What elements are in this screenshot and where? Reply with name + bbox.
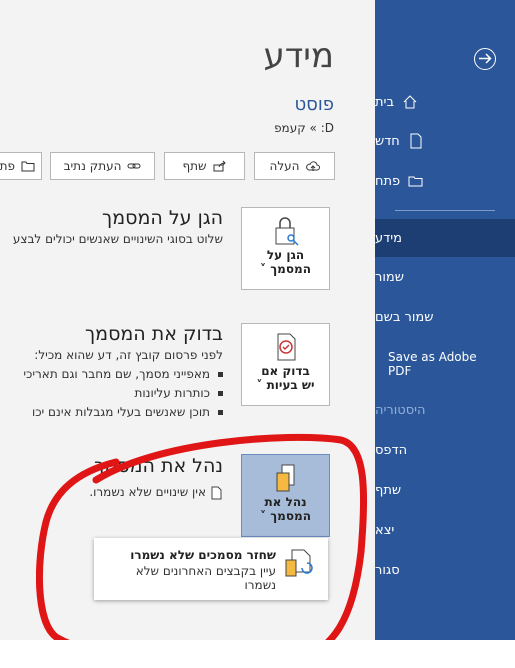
- sidebar-item-label: Save as Adobe PDF: [388, 350, 477, 378]
- sidebar-item-label: מידע: [375, 230, 402, 246]
- sidebar-item-export[interactable]: יצא: [375, 512, 515, 548]
- back-arrow-icon[interactable]: [474, 48, 496, 70]
- sidebar-item-label: חדש: [375, 133, 400, 149]
- document-name: פוסט: [294, 94, 335, 115]
- open-location-button[interactable]: פת: [0, 152, 42, 180]
- open-folder-icon: [408, 176, 423, 187]
- sidebar-item-new[interactable]: חדש: [375, 123, 515, 159]
- sidebar-item-label: הדפס: [375, 442, 408, 458]
- protect-button-line1: הגן על: [266, 248, 305, 262]
- inspect-bullet: מאפייני מסמך, שם מחבר וגם תאריכי: [23, 367, 223, 381]
- sidebar-item-save-as-pdf[interactable]: Save as Adobe PDF: [375, 347, 515, 381]
- copy-path-label: העתק נתיב: [63, 159, 122, 173]
- sidebar-item-label: שמור: [375, 269, 404, 285]
- sidebar-item-close[interactable]: סגור: [375, 552, 515, 588]
- sidebar-item-share[interactable]: שתף: [375, 472, 515, 508]
- inspect-document-icon: [277, 333, 295, 361]
- link-icon: [127, 163, 141, 169]
- sidebar-item-label: יצא: [375, 522, 395, 538]
- bottom-strip: [0, 640, 515, 668]
- sidebar-item-label: שמור בשם: [375, 309, 434, 325]
- sidebar-item-info[interactable]: מידע: [375, 219, 515, 257]
- inspect-bullet: כותרות עליונות: [134, 386, 223, 400]
- sidebar-item-label: שתף: [375, 482, 402, 498]
- bullet-icon: [218, 410, 223, 415]
- back-arrow-glyph: [479, 53, 492, 64]
- protect-heading: הגן על המסמך: [102, 207, 223, 229]
- bullet-icon: [218, 372, 223, 377]
- sidebar-item-label: היסטוריה: [375, 402, 426, 418]
- inspect-button-line1: בדוק אם: [261, 364, 310, 378]
- chevron-down-icon: ˅: [260, 262, 267, 276]
- red-annotation-circle: [36, 433, 368, 664]
- sidebar-item-open[interactable]: פתח: [375, 163, 515, 199]
- lock-key-icon: [275, 217, 299, 246]
- backstage-info-pane: מידע פוסט D: » קעמפ העלה שתף העתק נתיב פ…: [0, 0, 375, 664]
- check-for-issues-button[interactable]: בדוק אם יש בעיות ˅: [241, 323, 330, 406]
- folder-icon: [21, 161, 35, 172]
- sidebar-item-home[interactable]: בית: [375, 84, 515, 120]
- inspect-bullet: תוכן שאנשים בעלי מגבלות אינם יכו: [32, 405, 223, 419]
- sidebar-item-label: בית: [375, 94, 394, 110]
- sidebar-item-label: פתח: [375, 173, 401, 189]
- share-icon: [213, 160, 226, 172]
- upload-label: העלה: [269, 159, 300, 173]
- sidebar-item-print[interactable]: הדפס: [375, 432, 515, 468]
- inspect-button-line2: יש בעיות: [266, 378, 315, 392]
- document-path[interactable]: D: » קעמפ: [274, 121, 334, 135]
- page-title: מידע: [263, 36, 334, 76]
- cloud-upload-icon: [305, 161, 320, 171]
- protect-document-button[interactable]: הגן על המסמך ˅: [241, 207, 330, 290]
- sidebar-item-save-as[interactable]: שמור בשם: [375, 299, 515, 335]
- share-button[interactable]: שתף: [164, 152, 245, 180]
- sidebar-item-save[interactable]: שמור: [375, 259, 515, 295]
- bullet-icon: [218, 391, 223, 396]
- inspect-bullet-text: תוכן שאנשים בעלי מגבלות אינם יכו: [31, 405, 210, 419]
- backstage-sidebar: בית חדש פתח מידע שמור שמור בשם Save as A…: [375, 0, 515, 640]
- copy-path-button[interactable]: העתק נתיב: [50, 152, 155, 180]
- inspect-heading: בדוק את המסמך: [84, 323, 223, 345]
- inspect-bullet-text: כותרות עליונות: [134, 386, 211, 400]
- new-document-icon: [410, 133, 422, 149]
- chevron-down-icon: ˅: [256, 378, 263, 392]
- upload-button[interactable]: העלה: [254, 152, 335, 180]
- sidebar-separator: [395, 210, 495, 211]
- protect-text: שלוט בסוגי השינויים שאנשים יכולים לבצע: [12, 232, 223, 246]
- sidebar-item-label: סגור: [375, 562, 400, 578]
- inspect-bullet-text: מאפייני מסמך, שם מחבר וגם תאריכי: [23, 367, 210, 381]
- home-icon: [403, 95, 417, 109]
- inspect-text: לפני פרסום קובץ זה, דע שהוא מכיל:: [34, 348, 223, 362]
- sidebar-item-history: היסטוריה: [375, 392, 515, 428]
- share-label: שתף: [182, 159, 207, 173]
- open-location-label: פת: [0, 159, 15, 173]
- protect-button-line2: המסמך: [270, 262, 311, 276]
